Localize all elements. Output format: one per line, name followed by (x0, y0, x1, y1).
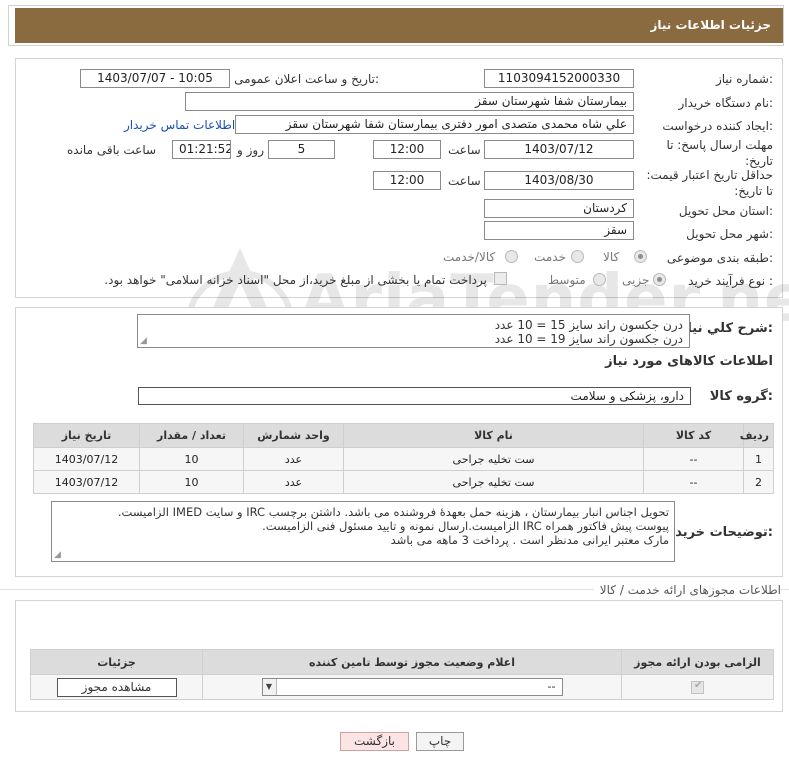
summary-line: درن جکسون راند سایز 19 = 10 عدد (494, 332, 683, 346)
summary-textarea: درن جکسون راند سایز 15 = 10 عدد درن جکسو… (137, 314, 690, 348)
table-row: 1 -- ست تخلیه جراحی عدد 10 1403/07/12 (33, 447, 774, 471)
summary-label: شرح كلي نياز: (679, 321, 773, 336)
need-number-label: شماره نیاز: (715, 72, 773, 86)
process-option-minor: جزیی (622, 273, 650, 287)
col-quantity: تعداد / مقدار (139, 423, 244, 448)
col-permit-details: جزئیات (30, 649, 203, 675)
treasury-payment-checkbox[interactable] (494, 272, 507, 285)
deadline-date-field: 1403/07/12 (484, 140, 634, 159)
price-validity-label: حداقل تاریخ اعتبار قیمت: تا تاریخ: (646, 168, 773, 198)
summary-line: درن جکسون راند سایز 15 = 10 عدد (494, 318, 683, 332)
category-radio-goods[interactable] (634, 250, 647, 263)
price-validity-time-field: 12:00 (373, 171, 441, 190)
creator-field: علي شاه محمدی متصدی امور دفتری بیمارستان… (235, 115, 634, 134)
buyer-notes-label: توضیحات خریدار: (663, 525, 773, 540)
cell-row-number: 1 (743, 447, 774, 471)
header-bar: جزئیات اطلاعات نیاز (15, 8, 783, 43)
resize-handle-icon[interactable]: ◢ (140, 337, 147, 346)
select-chevron-icon: ▼ (262, 679, 277, 695)
goods-table-header: ردیف کد کالا نام کالا واحد شمارش تعداد /… (33, 423, 774, 448)
notes-line: مارک معتبر ایرانی مدنظر است . پرداخت 3 م… (390, 533, 669, 547)
goods-group-label: گروه کالا: (709, 389, 773, 404)
process-label: نوع فرآیند خرید : (688, 274, 773, 288)
view-permit-button[interactable]: مشاهده مجوز (56, 677, 177, 697)
creator-label: ایجاد کننده درخواست: (662, 119, 773, 133)
notes-line: پیوست پیش فاکتور همراه IRC الزامیست.ارسا… (262, 519, 669, 533)
page-title: جزئیات اطلاعات نیاز (650, 18, 771, 32)
category-option-service: خدمت (534, 250, 566, 264)
deadline-label: مهلت ارسال پاسخ: تا تاریخ: (666, 138, 773, 168)
table-row: 2 -- ست تخلیه جراحی عدد 10 1403/07/12 (33, 470, 774, 494)
permits-section-title: اطلاعات مجوزهای ارائه خدمت / کالا (593, 583, 781, 597)
days-label: روز و (237, 143, 264, 157)
col-permit-required: الزامی بودن ارائه مجوز (621, 649, 774, 675)
cell-permit-details: مشاهده مجوز (30, 674, 203, 700)
buyer-notes-textarea: تحویل اجناس انبار بیمارستان ، هزینه حمل … (51, 501, 675, 562)
col-need-date: تاریخ نیاز (33, 423, 140, 448)
resize-handle-icon[interactable]: ◢ (54, 551, 61, 560)
cell-goods-code: -- (643, 470, 744, 494)
province-label: استان محل تحویل: (678, 204, 773, 218)
price-validity-date-field: 1403/08/30 (484, 171, 634, 190)
days-field: 5 (268, 140, 335, 159)
permits-table-header: الزامی بودن ارائه مجوز اعلام وضعیت مجوز … (30, 649, 774, 675)
cell-quantity: 10 (139, 447, 244, 471)
need-number-field: 1103094152000330 (484, 69, 634, 88)
cell-permit-status: ▼ -- (202, 674, 622, 700)
cell-goods-code: -- (643, 447, 744, 471)
process-radio-minor[interactable] (653, 273, 666, 286)
process-option-medium: متوسط (548, 273, 586, 287)
cell-need-date: 1403/07/12 (33, 447, 140, 471)
city-field: سقز (484, 221, 634, 240)
col-goods-name: نام کالا (343, 423, 644, 448)
back-button[interactable]: بازگشت (340, 732, 409, 751)
goods-group-field: دارو، پزشکی و سلامت (138, 387, 691, 405)
announce-field: 1403/07/07 - 10:05 (80, 69, 230, 88)
category-option-goods: کالا (603, 250, 620, 264)
cell-row-number: 2 (743, 470, 774, 494)
remaining-label: ساعت باقی مانده (67, 143, 157, 157)
table-row: ✔ ▼ -- مشاهده مجوز (30, 674, 774, 700)
treasury-payment-note: پرداخت تمام یا بخشی از مبلغ خرید،از محل … (104, 273, 487, 287)
city-label: شهر محل تحویل: (686, 227, 773, 241)
print-button[interactable]: چاپ (416, 732, 464, 751)
check-icon: ✔ (694, 679, 703, 691)
permit-status-select[interactable]: ▼ -- (261, 678, 563, 696)
permit-status-value: -- (547, 680, 556, 693)
col-goods-code: کد کالا (643, 423, 744, 448)
permit-required-checkbox[interactable]: ✔ (691, 679, 704, 694)
cell-goods-name: ست تخلیه جراحی (343, 470, 644, 494)
category-option-goods-service: کالا/خدمت (443, 250, 496, 264)
cell-unit: عدد (243, 470, 344, 494)
remaining-time-field: 01:21:52 (172, 140, 231, 159)
goods-section-title: اطلاعات کالاهای مورد نیاز (605, 354, 773, 369)
buyer-contact-link[interactable]: اطلاعات تماس خریدار (124, 118, 235, 132)
province-field: کردستان (484, 199, 634, 218)
cell-goods-name: ست تخلیه جراحی (343, 447, 644, 471)
category-radio-goods-service[interactable] (505, 250, 518, 263)
cell-quantity: 10 (139, 470, 244, 494)
announce-label: تاریخ و ساعت اعلان عمومی: (234, 72, 379, 86)
notes-line: تحویل اجناس انبار بیمارستان ، هزینه حمل … (117, 505, 669, 519)
price-validity-time-label: ساعت (448, 174, 481, 188)
category-label: طبقه بندی موضوعی: (666, 251, 773, 265)
permits-table: الزامی بودن ارائه مجوز اعلام وضعیت مجوز … (30, 649, 774, 700)
process-radio-medium[interactable] (593, 273, 606, 286)
deadline-time-label: ساعت (448, 143, 481, 157)
col-unit: واحد شمارش (243, 423, 344, 448)
cell-unit: عدد (243, 447, 344, 471)
deadline-time-field: 12:00 (373, 140, 441, 159)
cell-permit-required: ✔ (621, 674, 774, 700)
buyer-field: بیمارستان شفا شهرستان سقز (185, 92, 634, 111)
buyer-label: نام دستگاه خریدار: (678, 96, 774, 110)
cell-need-date: 1403/07/12 (33, 470, 140, 494)
col-permit-status: اعلام وضعیت مجوز توسط تامین کننده (202, 649, 622, 675)
col-row-number: ردیف (740, 423, 774, 448)
category-radio-service[interactable] (571, 250, 584, 263)
goods-table: ردیف کد کالا نام کالا واحد شمارش تعداد /… (33, 423, 774, 494)
